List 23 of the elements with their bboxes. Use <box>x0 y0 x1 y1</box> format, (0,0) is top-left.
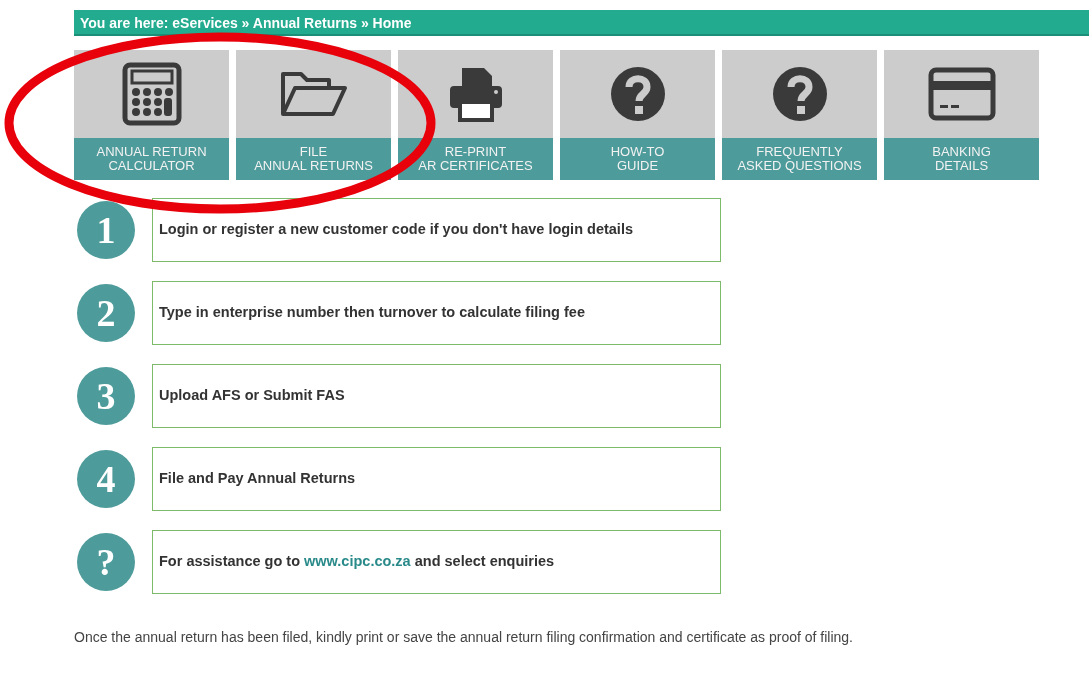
step-text: For assistance go to www.cipc.co.za and select enquiries <box>159 552 555 572</box>
calculator-icon <box>121 62 182 126</box>
step-number-badge: ? <box>77 533 135 591</box>
step-text: Upload AFS or Submit FAS <box>159 386 345 406</box>
service-tile[interactable]: ANNUAL RETURN CALCULATOR <box>74 50 229 180</box>
credit-card-icon <box>927 67 996 121</box>
service-tile[interactable]: RE-PRINT AR CERTIFICATES <box>398 50 553 180</box>
service-tile[interactable]: HOW-TO GUIDE <box>560 50 715 180</box>
question-icon <box>771 66 828 122</box>
step-number-badge: 1 <box>77 201 135 259</box>
step-text: Type in enterprise number then turnover to calculate filing fee <box>159 303 585 323</box>
step-number-badge: 3 <box>77 367 135 425</box>
service-tile[interactable]: FREQUENTLY ASKED QUESTIONS <box>722 50 877 180</box>
step-text: Login or register a new customer code if you don't have login details <box>159 220 633 240</box>
question-icon <box>609 66 666 122</box>
website-link[interactable]: www.cipc.co.za <box>304 553 411 570</box>
service-tile[interactable]: FILE ANNUAL RETURNS <box>236 50 391 180</box>
step-text: File and Pay Annual Returns <box>159 469 356 489</box>
proof-of-filing-note: Once the annual return has been filed, kindly print or save the annual return filing confirmation and certificate as proof of filing. <box>74 628 854 647</box>
breadcrumb: You are here: eServices » Annual Returns » Home <box>74 10 1089 36</box>
step-number-badge: 4 <box>77 450 135 508</box>
service-tile[interactable]: BANKING DETAILS <box>884 50 1039 180</box>
step-number-badge: 2 <box>77 284 135 342</box>
